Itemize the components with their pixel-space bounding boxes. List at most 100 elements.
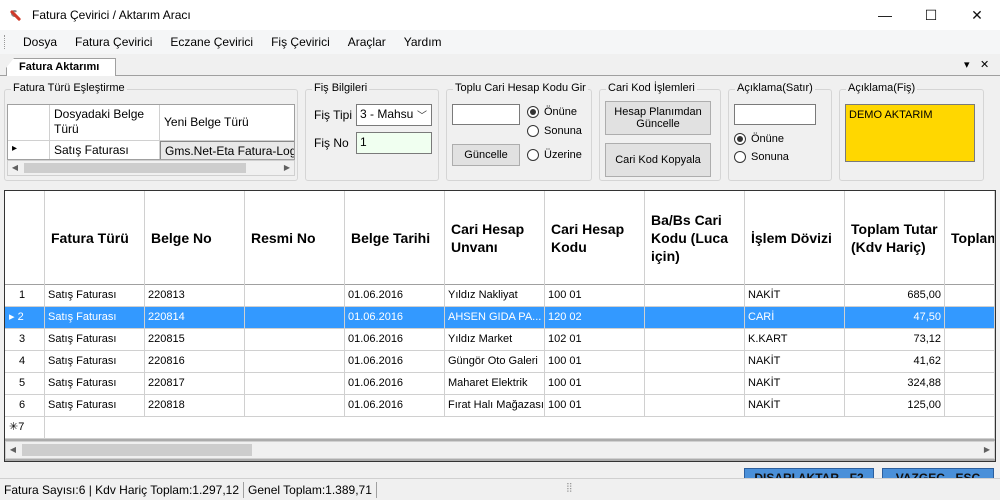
aciklama-sonuna-radio[interactable]: Sonuna (734, 151, 789, 163)
cell-tarih[interactable]: 01.06.2016 (345, 307, 445, 329)
fis-tipi-combo[interactable]: 3 - Mahsu ﹀ (356, 104, 432, 126)
col-islem-dovizi[interactable]: İşlem Dövizi (745, 191, 845, 285)
toplu-uzerine-radio[interactable]: Üzerine (527, 149, 582, 161)
cell-doviz[interactable]: K.KART (745, 329, 845, 351)
cell-kdv[interactable] (945, 373, 995, 395)
toplu-sonuna-radio[interactable]: Sonuna (527, 125, 582, 137)
cell-unvan[interactable]: AHSEN GIDA PA... (445, 307, 545, 329)
cell-resmi[interactable] (245, 307, 345, 329)
cell-doviz[interactable]: CARİ (745, 307, 845, 329)
aciklama-fis-textarea[interactable]: DEMO AKTARIM (845, 104, 975, 162)
cell-belge[interactable]: 220816 (145, 351, 245, 373)
col-belge-tarihi[interactable]: Belge Tarihi (345, 191, 445, 285)
cell-unvan[interactable]: Güngör Oto Galeri (445, 351, 545, 373)
cell-tur[interactable]: Satış Faturası (45, 351, 145, 373)
minimize-button[interactable]: — (862, 0, 908, 30)
cell-kod[interactable]: 100 01 (545, 285, 645, 307)
row-header[interactable]: 6 (5, 395, 45, 417)
cell-resmi[interactable] (245, 351, 345, 373)
cell-doviz[interactable]: NAKİT (745, 351, 845, 373)
cell-unvan[interactable]: Yıldız Nakliyat (445, 285, 545, 307)
cell-doviz[interactable]: NAKİT (745, 395, 845, 417)
toplu-onune-radio[interactable]: Önüne (527, 106, 577, 118)
col-toplam-kdv[interactable]: Toplam Kdv (945, 191, 995, 285)
cell-kod[interactable]: 100 01 (545, 395, 645, 417)
col-belge-no[interactable]: Belge No (145, 191, 245, 285)
maximize-button[interactable]: ☐ (908, 0, 954, 30)
cell-kdv[interactable] (945, 395, 995, 417)
mapping-row-target-combo[interactable]: Gms.Net-Eta Fatura-Log (160, 141, 294, 159)
cell-babs[interactable] (645, 373, 745, 395)
menu-fatura-cevirici[interactable]: Fatura Çevirici (66, 30, 161, 54)
row-header[interactable]: 5 (5, 373, 45, 395)
cell-tutar[interactable]: 125,00 (845, 395, 945, 417)
table-row[interactable]: 4 Satış Faturası 220816 01.06.2016 Güngör Ot… (5, 351, 995, 373)
cell-tutar[interactable]: 324,88 (845, 373, 945, 395)
cell-kod[interactable]: 100 01 (545, 373, 645, 395)
cell-unvan[interactable]: Maharet Elektrik (445, 373, 545, 395)
cell-tarih[interactable]: 01.06.2016 (345, 373, 445, 395)
new-row-cell[interactable] (45, 417, 995, 439)
table-row[interactable]: 3 Satış Faturası 220815 01.06.2016 Yıldız Ma… (5, 329, 995, 351)
cell-tutar[interactable]: 73,12 (845, 329, 945, 351)
cell-kdv[interactable] (945, 285, 995, 307)
menu-dosya[interactable]: Dosya (14, 30, 66, 54)
tab-fatura-aktarimi[interactable]: Fatura Aktarımı (6, 58, 116, 76)
grid-scroll-right-icon[interactable]: ▶ (980, 442, 994, 458)
cell-tutar[interactable]: 47,50 (845, 307, 945, 329)
grid-hscrollbar[interactable]: ◀ ▶ (5, 441, 995, 459)
mapping-row-source[interactable]: Satış Faturası (50, 141, 160, 159)
cell-tur[interactable]: Satış Faturası (45, 395, 145, 417)
cell-tutar[interactable]: 685,00 (845, 285, 945, 307)
cell-resmi[interactable] (245, 373, 345, 395)
col-cari-unvan[interactable]: Cari Hesap Unvanı (445, 191, 545, 285)
row-header[interactable]: 1 (5, 285, 45, 307)
cell-tarih[interactable]: 01.06.2016 (345, 395, 445, 417)
table-row[interactable]: 1 Satış Faturası 220813 01.06.2016 Yıldız Na… (5, 285, 995, 307)
col-babs-kod[interactable]: Ba/Bs Cari Kodu (Luca için) (645, 191, 745, 285)
menu-araclar[interactable]: Araçlar (339, 30, 395, 54)
menu-eczane-cevirici[interactable]: Eczane Çevirici (161, 30, 262, 54)
tab-dropdown-icon[interactable]: ▾ (964, 58, 970, 71)
col-fatura-turu[interactable]: Fatura Türü (45, 191, 145, 285)
cell-kdv[interactable] (945, 329, 995, 351)
cell-resmi[interactable] (245, 395, 345, 417)
cell-kod[interactable]: 100 01 (545, 351, 645, 373)
cell-resmi[interactable] (245, 329, 345, 351)
cell-tur[interactable]: Satış Faturası (45, 307, 145, 329)
scroll-right-icon[interactable]: ▶ (280, 161, 294, 175)
cell-belge[interactable]: 220818 (145, 395, 245, 417)
aciklama-satir-input[interactable] (734, 104, 816, 125)
hesap-plani-guncelle-button[interactable]: Hesap Planımdan Güncelle (605, 101, 711, 135)
cell-belge[interactable]: 220815 (145, 329, 245, 351)
cell-babs[interactable] (645, 307, 745, 329)
tab-close-icon[interactable]: ✕ (980, 58, 989, 71)
aciklama-onune-radio[interactable]: Önüne (734, 133, 784, 145)
cell-babs[interactable] (645, 351, 745, 373)
menu-yardim[interactable]: Yardım (395, 30, 451, 54)
row-header[interactable]: 3 (5, 329, 45, 351)
grid-scroll-left-icon[interactable]: ◀ (6, 442, 20, 458)
cell-unvan[interactable]: Yıldız Market (445, 329, 545, 351)
menu-fis-cevirici[interactable]: Fiş Çevirici (262, 30, 339, 54)
table-row[interactable]: ▸ 2 Satış Faturası 220814 01.06.2016 AHSEN G… (5, 307, 995, 329)
cell-belge[interactable]: 220814 (145, 307, 245, 329)
cell-unvan[interactable]: Fırat Halı Mağazası (445, 395, 545, 417)
scroll-left-icon[interactable]: ◀ (8, 161, 22, 175)
cell-tutar[interactable]: 41,62 (845, 351, 945, 373)
cell-belge[interactable]: 220817 (145, 373, 245, 395)
table-row[interactable]: 6 Satış Faturası 220818 01.06.2016 Fırat Hal… (5, 395, 995, 417)
grid-new-row[interactable]: ✳7 (5, 417, 995, 439)
mapping-scroll-thumb[interactable] (24, 163, 246, 173)
table-row[interactable]: 5 Satış Faturası 220817 01.06.2016 Maharet E… (5, 373, 995, 395)
cell-babs[interactable] (645, 395, 745, 417)
fis-no-input[interactable]: 1 (356, 132, 432, 154)
cell-tarih[interactable]: 01.06.2016 (345, 351, 445, 373)
col-cari-kod[interactable]: Cari Hesap Kodu (545, 191, 645, 285)
toplu-guncelle-button[interactable]: Güncelle (452, 144, 520, 166)
cari-kod-kopyala-button[interactable]: Cari Kod Kopyala (605, 143, 711, 177)
col-toplam-tutar[interactable]: Toplam Tutar (Kdv Hariç) (845, 191, 945, 285)
close-button[interactable]: ✕ (954, 0, 1000, 30)
grid-scroll-thumb[interactable] (22, 444, 252, 456)
cell-tur[interactable]: Satış Faturası (45, 329, 145, 351)
